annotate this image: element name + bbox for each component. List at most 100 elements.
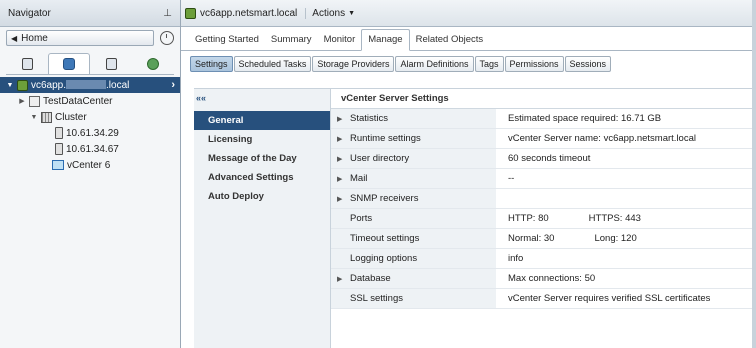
tab-manage[interactable]: Manage: [361, 29, 410, 51]
main-pane: vc6app.netsmart.local Actions ▼ Getting …: [181, 0, 756, 348]
cluster-icon: [41, 111, 52, 123]
chevron-right-icon[interactable]: ›: [171, 79, 175, 91]
setting-name-cell: ▶ SNMP receivers: [331, 189, 496, 208]
side-item-auto-deploy[interactable]: Auto Deploy: [194, 187, 330, 206]
tree-label: TestDataCenter: [43, 95, 113, 107]
home-button[interactable]: ◀ Home: [6, 30, 154, 46]
tree-label: vc6app. .local: [31, 79, 130, 91]
back-arrow-icon: ◀: [11, 33, 18, 43]
tree-item-datacenter[interactable]: ▶ TestDataCenter: [0, 93, 180, 109]
setting-name: SSL settings: [350, 293, 403, 304]
subtab-permissions[interactable]: Permissions: [504, 56, 564, 72]
expand-arrow-icon[interactable]: ▶: [337, 275, 344, 283]
setting-name-cell: ▶ Mail: [331, 169, 496, 188]
table-row: Ports HTTP: 80 HTTPS: 443: [331, 209, 756, 229]
setting-name-cell: Timeout settings: [331, 229, 496, 248]
table-row[interactable]: ▶ Runtime settings vCenter Server name: vc…: [331, 129, 756, 149]
tab-networking[interactable]: [132, 53, 174, 74]
setting-value: Estimated space required: 16.71 GB: [508, 113, 662, 124]
expand-arrow-icon[interactable]: ▶: [337, 115, 344, 123]
table-row[interactable]: ▶ User directory 60 seconds timeout: [331, 149, 756, 169]
expand-arrow-icon[interactable]: ▼: [30, 114, 38, 121]
history-icon[interactable]: [160, 31, 174, 45]
tree-label: 10.61.34.29: [66, 127, 119, 139]
object-header: vc6app.netsmart.local Actions ▼: [181, 0, 756, 27]
pin-icon[interactable]: ⊥: [163, 8, 172, 19]
table-row[interactable]: ▶ Database Max connections: 50: [331, 269, 756, 289]
vm-icon: [52, 160, 64, 170]
tree-item-host[interactable]: 10.61.34.29: [0, 125, 180, 141]
tab-hosts-clusters[interactable]: [6, 53, 48, 74]
setting-name: SNMP receivers: [350, 193, 419, 204]
table-row[interactable]: ▶ SNMP receivers: [331, 189, 756, 209]
setting-name: Runtime settings: [350, 133, 421, 144]
vms-icon: [63, 58, 75, 70]
tree-label: 10.61.34.67: [66, 143, 119, 155]
setting-value-cell: --: [496, 173, 756, 184]
table-row[interactable]: ▶ Statistics Estimated space required: 16.…: [331, 109, 756, 129]
expand-arrow-icon[interactable]: ▶: [337, 175, 344, 183]
tab-storage[interactable]: [90, 53, 132, 74]
subtab-alarm-definitions[interactable]: Alarm Definitions: [395, 56, 474, 72]
setting-value: vCenter Server name: vc6app.netsmart.loc…: [508, 133, 696, 144]
side-item-general[interactable]: General: [194, 111, 330, 130]
settings-title: vCenter Server Settings: [331, 89, 756, 109]
home-label: Home: [21, 32, 48, 44]
expand-arrow-icon[interactable]: ▶: [337, 135, 344, 143]
tab-vms-templates[interactable]: [48, 53, 90, 74]
side-item-message-of-the-day[interactable]: Message of the Day: [194, 149, 330, 168]
setting-name-cell: Ports: [331, 209, 496, 228]
table-row: SSL settings vCenter Server requires veri…: [331, 289, 756, 309]
setting-value-cell: Normal: 30 Long: 120: [496, 233, 756, 244]
settings-side-menu: «« General Licensing Message of the Day …: [194, 89, 331, 348]
setting-value: Normal: 30: [508, 233, 555, 244]
subtab-sessions[interactable]: Sessions: [564, 56, 612, 72]
tree-item-vcenter[interactable]: ▼ vc6app. .local ›: [0, 77, 180, 93]
table-row[interactable]: ▶ Mail --: [331, 169, 756, 189]
actions-label: Actions: [312, 7, 346, 19]
inventory-tree: ▼ vc6app. .local › ▶ TestDataCenter ▼ Clu…: [0, 77, 180, 173]
setting-name: User directory: [350, 153, 410, 164]
setting-value: info: [508, 253, 524, 264]
actions-menu[interactable]: Actions ▼: [312, 8, 355, 19]
subtab-settings[interactable]: Settings: [190, 56, 233, 72]
tree-item-vm[interactable]: vCenter 6: [0, 157, 180, 173]
setting-name-cell: ▶ Database: [331, 269, 496, 288]
setting-value-cell: Max connections: 50: [496, 273, 756, 284]
tab-summary[interactable]: Summary: [265, 30, 318, 50]
settings-content: vCenter Server Settings ▶ Statistics Estim…: [331, 89, 756, 348]
setting-value-secondary: HTTPS: 443: [588, 213, 641, 224]
chevron-down-icon: ▼: [348, 9, 356, 17]
side-item-licensing[interactable]: Licensing: [194, 130, 330, 149]
tree-item-host[interactable]: 10.61.34.67: [0, 141, 180, 157]
subtab-scheduled-tasks[interactable]: Scheduled Tasks: [233, 56, 312, 72]
setting-value: Max connections: 50: [508, 273, 596, 284]
tree-item-cluster[interactable]: ▼ Cluster: [0, 109, 180, 125]
setting-name: Mail: [350, 173, 368, 184]
setting-value-cell: Estimated space required: 16.71 GB: [496, 113, 756, 124]
tab-related-objects[interactable]: Related Objects: [410, 30, 490, 50]
tab-monitor[interactable]: Monitor: [318, 30, 362, 50]
expand-arrow-icon[interactable]: ▶: [18, 97, 26, 105]
scrollbar[interactable]: [752, 0, 756, 348]
expand-arrow-icon[interactable]: ▶: [337, 155, 344, 163]
expand-arrow-icon[interactable]: ▶: [337, 195, 344, 203]
subtab-storage-providers[interactable]: Storage Providers: [312, 56, 395, 72]
tab-getting-started[interactable]: Getting Started: [189, 30, 265, 50]
redacted-block: [66, 80, 107, 90]
tree-label: vCenter 6: [67, 159, 111, 171]
setting-value-cell: vCenter Server requires verified SSL cer…: [496, 293, 756, 304]
navigator-pane: Navigator ⊥ ◀ Home ▼ vc6app. .local › ▶ T…: [0, 0, 181, 348]
storage-icon: [105, 58, 117, 70]
object-title: vc6app.netsmart.local: [185, 7, 307, 19]
expand-arrow-icon[interactable]: ▼: [6, 82, 14, 89]
setting-value-cell: vCenter Server name: vc6app.netsmart.loc…: [496, 133, 756, 144]
collapse-icon[interactable]: ««: [194, 89, 330, 111]
subtab-tags[interactable]: Tags: [474, 56, 504, 72]
table-row: Timeout settings Normal: 30 Long: 120: [331, 229, 756, 249]
tree-label: Cluster: [55, 111, 87, 123]
side-item-advanced-settings[interactable]: Advanced Settings: [194, 168, 330, 187]
object-title-text: vc6app.netsmart.local: [200, 7, 298, 19]
setting-name-cell: ▶ Statistics: [331, 109, 496, 128]
setting-value-cell: info: [496, 253, 756, 264]
